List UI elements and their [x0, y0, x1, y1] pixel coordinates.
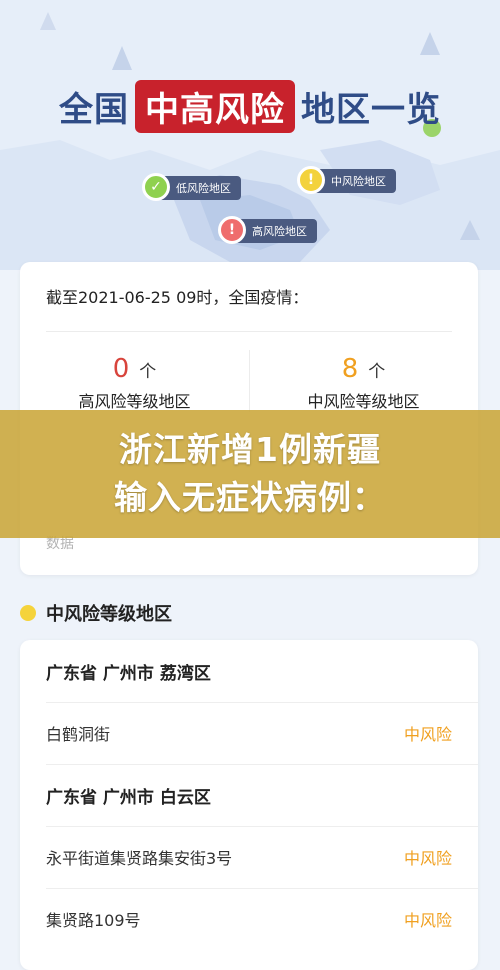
region-header-baiyun: 广东省 广州市 白云区 — [46, 764, 452, 826]
legend-high-label: 高风险地区 — [252, 225, 307, 238]
region-label: 广东省 广州市 白云区 — [46, 787, 211, 808]
list-item[interactable]: 集贤路109号 中风险 — [46, 888, 452, 950]
legend-low-label: 低风险地区 — [176, 182, 231, 195]
region-header-liwan: 广东省 广州市 荔湾区 — [46, 640, 452, 702]
legend-mid-risk: ! 中风险地区 — [297, 166, 396, 194]
area-label: 集贤路109号 — [46, 911, 141, 930]
list-item[interactable]: 白鹤洞街 中风险 — [46, 702, 452, 764]
high-risk-stat: 0个 高风险等级地区 — [20, 354, 249, 412]
high-risk-count: 0 — [112, 354, 130, 384]
area-label: 永平街道集贤路集安街3号 — [46, 849, 233, 868]
mid-risk-list: 广东省 广州市 荔湾区 白鹤洞街 中风险 广东省 广州市 白云区 永平街道集贤路… — [20, 640, 478, 970]
yellow-dot-icon — [20, 605, 36, 621]
headline-banner: 浙江新增1例新疆 输入无症状病例： — [0, 410, 500, 538]
divider — [46, 331, 452, 332]
mid-risk-section-header: 中风险等级地区 — [20, 600, 172, 626]
title-prefix: 全国 — [59, 89, 129, 130]
high-risk-unit: 个 — [139, 362, 157, 382]
mid-risk-stat: 8个 中风险等级地区 — [249, 354, 478, 412]
high-risk-label: 高风险等级地区 — [78, 392, 191, 411]
section-title: 中风险等级地区 — [46, 604, 172, 625]
title-suffix: 地区一览 — [301, 89, 441, 130]
mid-risk-unit: 个 — [368, 362, 386, 382]
warning-icon: ! — [297, 166, 325, 194]
title-highlight: 中高风险 — [135, 79, 295, 133]
alert-icon: ! — [218, 216, 246, 244]
check-icon: ✓ — [142, 173, 170, 201]
region-label: 广东省 广州市 荔湾区 — [46, 663, 211, 684]
page-title: 全国 中高风险 地区一览 — [0, 78, 500, 134]
list-item[interactable]: 永平街道集贤路集安街3号 中风险 — [46, 826, 452, 888]
risk-level: 中风险 — [403, 725, 452, 744]
risk-level: 中风险 — [403, 911, 452, 930]
banner-line-2: 输入无症状病例： — [114, 478, 386, 517]
legend-high-risk: ! 高风险地区 — [218, 216, 317, 244]
legend-low-risk: ✓ 低风险地区 — [142, 173, 241, 201]
banner-line-1: 浙江新增1例新疆 — [119, 430, 381, 469]
legend-mid-label: 中风险地区 — [331, 175, 386, 188]
risk-level: 中风险 — [403, 849, 452, 868]
area-label: 白鹤洞街 — [46, 725, 111, 744]
mid-risk-count: 8 — [341, 354, 359, 384]
as-of-text: 截至2021-06-25 09时，全国疫情： — [46, 288, 309, 307]
map-header: 全国 中高风险 地区一览 ✓ 低风险地区 ! 中风险地区 ! 高风险地区 — [0, 0, 500, 270]
mid-risk-label: 中风险等级地区 — [307, 392, 420, 411]
